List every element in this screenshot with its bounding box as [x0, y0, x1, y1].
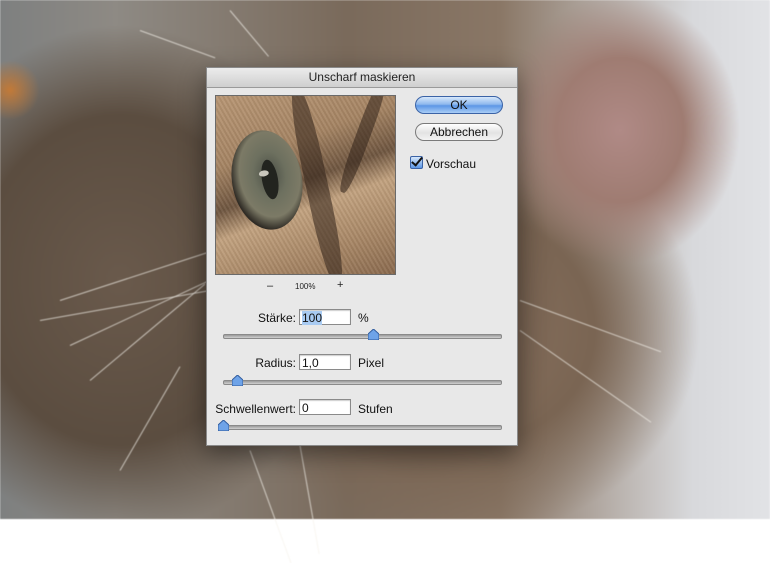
radius-slider-thumb[interactable]: [231, 375, 243, 386]
threshold-slider[interactable]: [218, 420, 502, 431]
background-orange-patch: [0, 60, 40, 120]
radius-label: Radius:: [255, 356, 296, 370]
threshold-label: Schwellenwert:: [215, 402, 296, 416]
amount-input[interactable]: 100: [299, 309, 351, 325]
whisker: [119, 366, 181, 471]
fur-stripe: [335, 96, 391, 195]
whisker: [519, 330, 652, 423]
amount-unit: %: [358, 311, 369, 325]
amount-slider[interactable]: [223, 329, 502, 340]
whisker: [299, 445, 320, 554]
zoom-out-button[interactable]: –: [267, 280, 273, 292]
radius-slider[interactable]: [223, 375, 502, 386]
preview-checkbox[interactable]: [410, 156, 423, 169]
zoom-level: 100%: [295, 282, 316, 291]
amount-label: Stärke:: [257, 311, 296, 325]
zoom-in-button[interactable]: +: [337, 279, 343, 291]
radius-input[interactable]: 1,0: [299, 354, 351, 370]
cat-pupil: [258, 158, 282, 201]
preview-toggle[interactable]: Vorschau: [410, 156, 476, 171]
amount-slider-thumb[interactable]: [367, 329, 379, 340]
preview-image[interactable]: [215, 95, 396, 275]
ok-button[interactable]: OK: [415, 96, 503, 114]
dialog-title: Unscharf maskieren: [207, 68, 517, 88]
cancel-button[interactable]: Abbrechen: [415, 123, 503, 141]
whisker: [89, 283, 206, 381]
zoom-controls: – 100% +: [215, 279, 395, 293]
whisker: [249, 450, 292, 563]
unsharp-mask-dialog: Unscharf maskieren – 100% + OK Abbrechen…: [206, 67, 518, 446]
whisker: [229, 10, 269, 57]
threshold-slider-thumb[interactable]: [218, 420, 229, 431]
threshold-unit: Stufen: [358, 402, 393, 416]
radius-unit: Pixel: [358, 356, 385, 370]
threshold-input[interactable]: 0: [299, 399, 351, 415]
whisker: [139, 30, 216, 59]
amount-value: 100: [302, 311, 323, 325]
preview-checkbox-label: Vorschau: [426, 157, 477, 171]
